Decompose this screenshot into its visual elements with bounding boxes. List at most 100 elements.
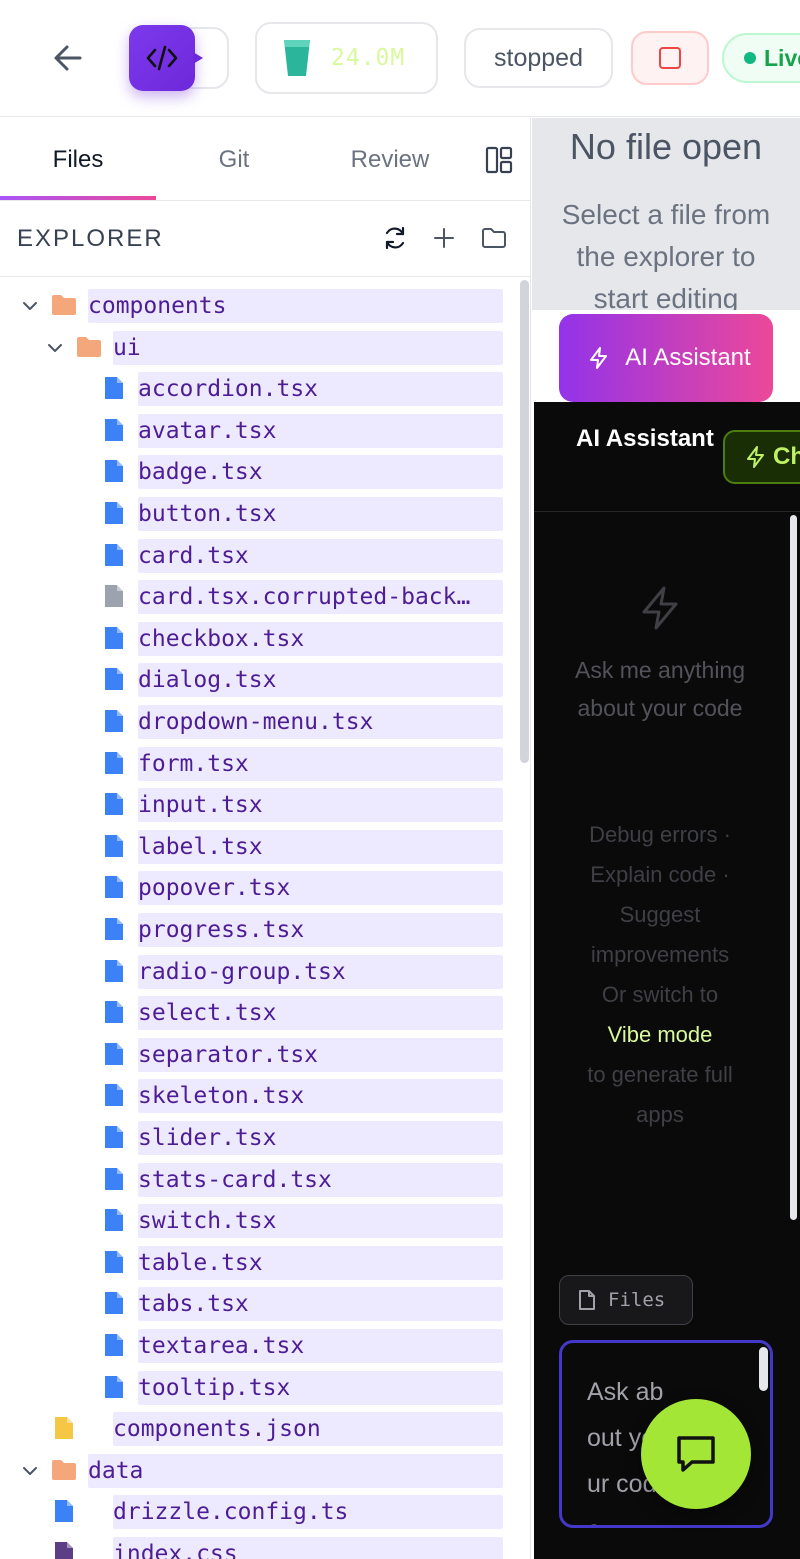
tree-file-row[interactable]: card.tsx — [0, 538, 520, 574]
tree-file-row[interactable]: input.tsx — [0, 787, 520, 823]
tree-item-label: skeleton.tsx — [138, 1083, 305, 1110]
logo[interactable] — [129, 25, 195, 91]
tree-file-row[interactable]: label.tsx — [0, 829, 520, 865]
memory-value: 24.0M — [331, 45, 406, 71]
file-icon — [105, 751, 123, 774]
file-icon — [55, 1542, 73, 1559]
file-icon — [105, 626, 123, 649]
back-button[interactable] — [48, 36, 88, 80]
tree-folder-row[interactable]: ui — [0, 330, 520, 366]
chat-fab-button[interactable] — [641, 1399, 751, 1509]
tree-item-label: select.tsx — [138, 1000, 277, 1027]
chat-input-scrollbar[interactable] — [759, 1347, 768, 1391]
tree-item-label: data — [88, 1457, 144, 1484]
tree-item-label: drizzle.config.ts — [113, 1499, 349, 1526]
tree-file-row[interactable]: textarea.tsx — [0, 1328, 520, 1364]
file-icon — [105, 1334, 123, 1356]
tree-file-row[interactable]: table.tsx — [0, 1245, 520, 1281]
tree-item-label: avatar.tsx — [138, 417, 277, 444]
tree-item-label: table.tsx — [138, 1249, 263, 1276]
tree-file-row[interactable]: components.json — [0, 1411, 520, 1447]
tree-file-row[interactable]: switch.tsx — [0, 1203, 520, 1239]
vibe-mode-link[interactable]: Vibe mode — [574, 1015, 746, 1055]
tree-file-row[interactable]: stats-card.tsx — [0, 1162, 520, 1198]
tree-file-row[interactable]: button.tsx — [0, 496, 520, 532]
file-icon — [105, 1126, 123, 1148]
tree-file-row[interactable]: skeleton.tsx — [0, 1078, 520, 1114]
tree-file-row[interactable]: separator.tsx — [0, 1037, 520, 1073]
folder-icon — [482, 228, 506, 248]
tree-file-row[interactable]: checkbox.tsx — [0, 621, 520, 657]
tab-review[interactable]: Review — [312, 118, 468, 201]
tree-file-row[interactable]: progress.tsx — [0, 912, 520, 948]
chat-mode-toggle[interactable]: Chat — [723, 430, 800, 484]
file-icon — [105, 543, 123, 566]
lightning-icon — [642, 586, 678, 630]
tree-scrollbar[interactable] — [520, 280, 529, 763]
tree-file-row[interactable]: form.tsx — [0, 746, 520, 782]
memory-indicator: 24.0M — [255, 22, 438, 94]
tree-item-label: stats-card.tsx — [138, 1166, 332, 1193]
message-icon — [677, 1436, 715, 1472]
tree-folder-row[interactable]: components — [0, 288, 520, 324]
tree-item-label: dialog.tsx — [138, 667, 277, 694]
tree-file-row[interactable]: accordion.tsx — [0, 371, 520, 407]
tree-item-label: checkbox.tsx — [138, 625, 305, 652]
file-icon — [105, 793, 123, 816]
tab-git[interactable]: Git — [156, 118, 312, 201]
cup-icon — [284, 40, 310, 76]
tree-file-row[interactable]: tabs.tsx — [0, 1286, 520, 1322]
stop-button[interactable] — [631, 31, 709, 85]
new-folder-button[interactable] — [480, 224, 508, 252]
tree-file-row[interactable]: select.tsx — [0, 995, 520, 1031]
refresh-button[interactable] — [381, 224, 409, 252]
ai-assistant-button[interactable]: AI Assistant — [559, 314, 773, 402]
layout-icon[interactable] — [484, 145, 514, 175]
file-icon — [105, 1375, 123, 1398]
tree-file-row[interactable]: card.tsx.corrupted-back… — [0, 579, 520, 615]
tree-item-label: components — [88, 293, 227, 319]
tree-file-row[interactable]: dropdown-menu.tsx — [0, 704, 520, 740]
tree-folder-row[interactable]: data — [0, 1453, 520, 1489]
ai-assistant-button-label: AI Assistant — [625, 344, 751, 371]
tree-file-row[interactable]: dialog.tsx — [0, 662, 520, 698]
file-icon — [105, 918, 123, 940]
file-icon — [579, 1290, 595, 1310]
file-icon — [105, 1001, 123, 1024]
files-chip-label: Files — [608, 1289, 666, 1311]
tree-item-label: popover.tsx — [138, 875, 291, 902]
chevron-down-icon[interactable] — [20, 296, 40, 316]
tree-file-row[interactable]: badge.tsx — [0, 454, 520, 490]
tree-item-label: tabs.tsx — [138, 1291, 249, 1318]
ai-panel-scrollbar[interactable] — [790, 515, 797, 1220]
tree-item-label: separator.tsx — [138, 1041, 319, 1068]
tree-file-row[interactable]: radio-group.tsx — [0, 954, 520, 990]
lightning-icon — [747, 446, 764, 468]
sidebar: Files Git Review EXPLORER components ui ac… — [0, 118, 531, 1559]
tree-file-row[interactable]: drizzle.config.ts — [0, 1494, 520, 1530]
file-icon — [105, 959, 123, 982]
attach-files-button[interactable]: Files — [559, 1275, 693, 1325]
file-icon — [105, 1209, 123, 1232]
chevron-down-icon[interactable] — [20, 1461, 40, 1481]
tree-file-row[interactable]: slider.tsx — [0, 1120, 520, 1156]
ai-panel-title: AI Assistant — [576, 425, 714, 452]
chevron-down-icon[interactable] — [45, 338, 65, 358]
folder-icon — [52, 1459, 76, 1480]
tree-file-row[interactable]: tooltip.tsx — [0, 1370, 520, 1406]
new-file-button[interactable] — [430, 224, 458, 252]
code-icon — [146, 45, 178, 71]
tab-files[interactable]: Files — [0, 118, 156, 201]
ai-hint-line: Or switch to — [601, 982, 719, 1007]
tree-file-row[interactable]: popover.tsx — [0, 870, 520, 906]
tree-item-label: switch.tsx — [138, 1208, 277, 1235]
file-icon — [105, 1250, 123, 1273]
file-icon — [105, 1042, 123, 1065]
file-icon — [55, 1500, 73, 1523]
tree-file-row[interactable]: index.css — [0, 1536, 520, 1559]
file-icon — [105, 1167, 123, 1190]
tree-file-row[interactable]: avatar.tsx — [0, 413, 520, 449]
live-badge[interactable]: Live — [722, 33, 800, 83]
ai-hint-line: to generate full apps — [587, 1062, 733, 1127]
tree-item-label: textarea.tsx — [138, 1333, 305, 1359]
